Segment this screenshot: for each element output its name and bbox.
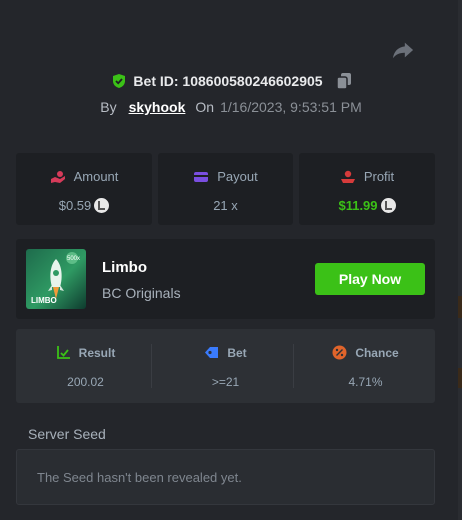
username-link[interactable]: skyhook (129, 99, 186, 115)
edge-mark (458, 296, 462, 318)
limbo-thumbnail[interactable]: 500x LIMBO (26, 249, 86, 309)
bet-value: >=21 (211, 375, 240, 389)
divider (293, 344, 294, 388)
profit-card: Profit $11.99 (299, 153, 435, 225)
divider (151, 344, 152, 388)
profit-label: Profit (363, 169, 395, 184)
shield-check-icon (113, 74, 126, 88)
hand-coin-icon (50, 170, 65, 183)
percent-icon (332, 345, 347, 360)
amount-label: Amount (73, 169, 119, 184)
card-icon (194, 171, 209, 182)
bet-column: Bet >=21 (156, 329, 295, 403)
payout-card: Payout 21 x (158, 153, 293, 225)
bet-datetime: 1/16/2023, 9:53:51 PM (220, 99, 362, 115)
result-value: 200.02 (67, 375, 104, 389)
coin-icon (380, 198, 396, 213)
game-subtitle: BC Originals (102, 285, 181, 301)
on-label: On (195, 99, 215, 115)
server-seed-box: The Seed hasn't been revealed yet. (16, 449, 435, 505)
server-seed-label: Server Seed (28, 426, 106, 442)
chance-value: 4.71% (348, 375, 383, 389)
amount-card: Amount $0.59 (16, 153, 152, 225)
svg-text:500x: 500x (67, 256, 80, 262)
tag-icon (205, 347, 219, 358)
bet-meta-row: By skyhook On 1/16/2023, 9:53:51 PM (0, 98, 462, 116)
copy-icon[interactable] (336, 73, 351, 89)
amount-value: $0.59 (58, 198, 92, 213)
bet-id: Bet ID: 108600580246602905 (133, 73, 323, 89)
edge-mark (458, 368, 462, 388)
game-title: Limbo (102, 259, 147, 276)
coin-icon (94, 198, 110, 213)
profit-value: $11.99 (338, 198, 378, 213)
share-icon[interactable] (392, 40, 414, 60)
chance-column: Chance 4.71% (296, 329, 435, 403)
server-seed-text: The Seed hasn't been revealed yet. (37, 470, 242, 485)
result-label: Result (78, 345, 116, 360)
chart-check-icon (56, 346, 70, 359)
bet-id-row: Bet ID: 108600580246602905 (0, 72, 462, 90)
svg-text:LIMBO: LIMBO (31, 296, 57, 305)
game-card: 500x LIMBO Limbo BC Originals Play Now (16, 239, 435, 319)
payout-value: 21 x (213, 198, 238, 213)
rocket-icon: 500x LIMBO (31, 252, 80, 305)
chance-label: Chance (355, 345, 399, 360)
hand-coin-icon (340, 170, 355, 183)
play-now-button[interactable]: Play Now (315, 263, 425, 295)
result-card: Result 200.02 Bet >=21 Chance 4.71% (16, 329, 435, 403)
result-column: Result 200.02 (16, 329, 155, 403)
bet-label: Bet (227, 345, 247, 360)
by-label: By (100, 99, 117, 115)
payout-label: Payout (217, 169, 258, 184)
